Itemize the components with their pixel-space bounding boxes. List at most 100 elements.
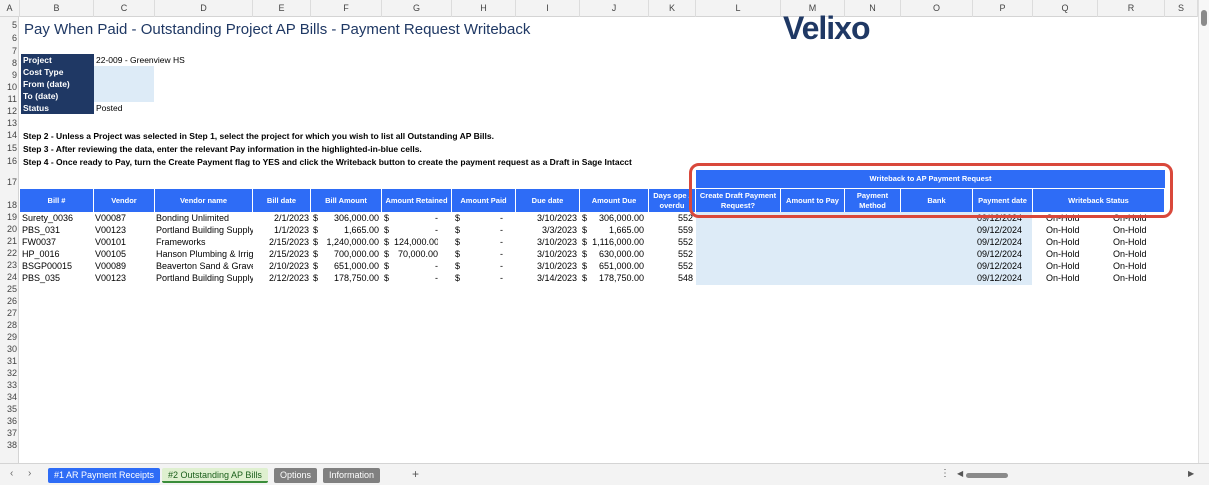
currency-symbol[interactable]: $ [313, 212, 323, 224]
col-header-amount-retained[interactable]: Amount Retained [382, 189, 452, 212]
payment-date-cell[interactable]: 09/12/2024 [977, 248, 1032, 260]
amount-retained-cell[interactable]: - [394, 224, 438, 236]
row-header[interactable]: 27 [0, 308, 18, 318]
amount-due-cell[interactable]: 630,000.00 [590, 248, 644, 260]
column-header[interactable]: G [382, 0, 452, 17]
column-header[interactable]: Q [1033, 0, 1098, 17]
col-header-bill-amount[interactable]: Bill Amount [311, 189, 382, 212]
days-overdue-cell[interactable]: 559 [649, 224, 693, 236]
col-header-bill[interactable]: Bill # [20, 189, 94, 212]
amount-due-cell[interactable]: 651,000.00 [590, 260, 644, 272]
writeback-status-cell[interactable]: On-Hold [1046, 272, 1096, 284]
due-date-cell[interactable]: 3/10/2023 [516, 236, 577, 248]
amount-paid-cell[interactable]: - [465, 224, 503, 236]
bill-date-cell[interactable]: 2/1/2023 [253, 212, 309, 224]
column-header[interactable]: B [20, 0, 94, 17]
days-overdue-cell[interactable]: 548 [649, 272, 693, 284]
writeback-status-cell[interactable]: On-Hold [1113, 236, 1163, 248]
col-header-vendor[interactable]: Vendor [94, 189, 155, 212]
row-header[interactable]: 12 [0, 106, 18, 116]
column-header[interactable]: L [696, 0, 781, 17]
row-header[interactable]: 34 [0, 392, 18, 402]
writeback-status-cell[interactable]: On-Hold [1046, 260, 1096, 272]
column-header[interactable]: I [516, 0, 580, 17]
row-header[interactable]: 33 [0, 380, 18, 390]
row-header[interactable]: 8 [0, 58, 18, 68]
amount-retained-cell[interactable]: - [394, 272, 438, 284]
vendor-id-cell[interactable]: V00123 [95, 224, 155, 236]
currency-symbol[interactable]: $ [384, 236, 394, 248]
currency-symbol[interactable]: $ [313, 248, 323, 260]
currency-symbol[interactable]: $ [455, 272, 465, 284]
column-header[interactable]: F [311, 0, 382, 17]
column-header[interactable]: H [452, 0, 516, 17]
row-header[interactable]: 7 [0, 46, 18, 56]
col-header-bill-date[interactable]: Bill date [253, 189, 311, 212]
col-header-due-date[interactable]: Due date [516, 189, 580, 212]
vendor-name-cell[interactable]: Portland Building Supply [156, 224, 253, 236]
currency-symbol[interactable]: $ [455, 248, 465, 260]
bill-date-cell[interactable]: 2/10/2023 [253, 260, 309, 272]
currency-symbol[interactable]: $ [384, 224, 394, 236]
row-header[interactable]: 9 [0, 70, 18, 80]
amount-paid-cell[interactable]: - [465, 212, 503, 224]
bill-amount-cell[interactable]: 1,240,000.00 [323, 236, 379, 248]
bill-amount-cell[interactable]: 178,750.00 [323, 272, 379, 284]
col-header-vendor-name[interactable]: Vendor name [155, 189, 253, 212]
column-header[interactable]: S [1165, 0, 1198, 17]
bill-date-cell[interactable]: 2/15/2023 [253, 236, 309, 248]
vendor-id-cell[interactable]: V00087 [95, 212, 155, 224]
row-header[interactable]: 14 [0, 130, 18, 140]
row-header[interactable]: 32 [0, 368, 18, 378]
amount-paid-cell[interactable]: - [465, 272, 503, 284]
vendor-name-cell[interactable]: Bonding Unlimited [156, 212, 253, 224]
row-header[interactable]: 21 [0, 236, 18, 246]
param-value-input[interactable] [94, 78, 154, 90]
vendor-id-cell[interactable]: V00123 [95, 272, 155, 284]
tab-ar-payment-receipts[interactable]: #1 AR Payment Receipts [48, 468, 161, 483]
currency-symbol[interactable]: $ [384, 212, 394, 224]
due-date-cell[interactable]: 3/10/2023 [516, 260, 577, 272]
payment-date-cell[interactable]: 09/12/2024 [977, 260, 1032, 272]
writeback-status-cell[interactable]: On-Hold [1113, 260, 1163, 272]
row-header[interactable]: 5 [0, 20, 18, 30]
currency-symbol[interactable]: $ [455, 260, 465, 272]
param-value-input[interactable]: 22-009 - Greenview HS [94, 54, 185, 66]
param-value-input[interactable]: Posted [94, 102, 154, 114]
row-header[interactable]: 28 [0, 320, 18, 330]
bill-number-cell[interactable]: HP_0016 [22, 248, 94, 260]
writeback-status-cell[interactable]: On-Hold [1046, 248, 1096, 260]
row-header[interactable]: 30 [0, 344, 18, 354]
tab-nav-prev[interactable]: ‹ [10, 468, 13, 479]
column-header[interactable]: P [973, 0, 1033, 17]
column-header[interactable]: K [649, 0, 696, 17]
row-header[interactable]: 11 [0, 94, 18, 104]
currency-symbol[interactable]: $ [384, 260, 394, 272]
row-header[interactable]: 38 [0, 440, 18, 450]
amount-paid-cell[interactable]: - [465, 248, 503, 260]
bill-date-cell[interactable]: 1/1/2023 [253, 224, 309, 236]
payment-date-cell[interactable]: 09/12/2024 [977, 272, 1032, 284]
row-header[interactable]: 37 [0, 428, 18, 438]
row-header[interactable]: 18 [0, 200, 18, 210]
amount-retained-cell[interactable]: 70,000.00 [394, 248, 438, 260]
row-header[interactable]: 16 [0, 156, 18, 166]
row-header[interactable]: 20 [0, 224, 18, 234]
row-header[interactable]: 29 [0, 332, 18, 342]
currency-symbol[interactable]: $ [455, 224, 465, 236]
scroll-right-button[interactable]: ▶ [1188, 469, 1194, 478]
row-header[interactable]: 15 [0, 143, 18, 153]
amount-due-cell[interactable]: 1,116,000.00 [590, 236, 644, 248]
param-value-input[interactable] [94, 90, 154, 102]
bill-amount-cell[interactable]: 1,665.00 [323, 224, 379, 236]
writeback-status-cell[interactable]: On-Hold [1113, 224, 1163, 236]
column-header[interactable]: O [901, 0, 973, 17]
due-date-cell[interactable]: 3/10/2023 [516, 212, 577, 224]
writeback-status-cell[interactable]: On-Hold [1046, 236, 1096, 248]
writeback-status-cell[interactable]: On-Hold [1046, 224, 1096, 236]
param-value-input[interactable] [94, 66, 154, 78]
amount-due-cell[interactable]: 1,665.00 [590, 224, 644, 236]
writeback-status-cell[interactable]: On-Hold [1113, 272, 1163, 284]
column-header[interactable]: J [580, 0, 649, 17]
amount-retained-cell[interactable]: 124,000.00 [394, 236, 438, 248]
